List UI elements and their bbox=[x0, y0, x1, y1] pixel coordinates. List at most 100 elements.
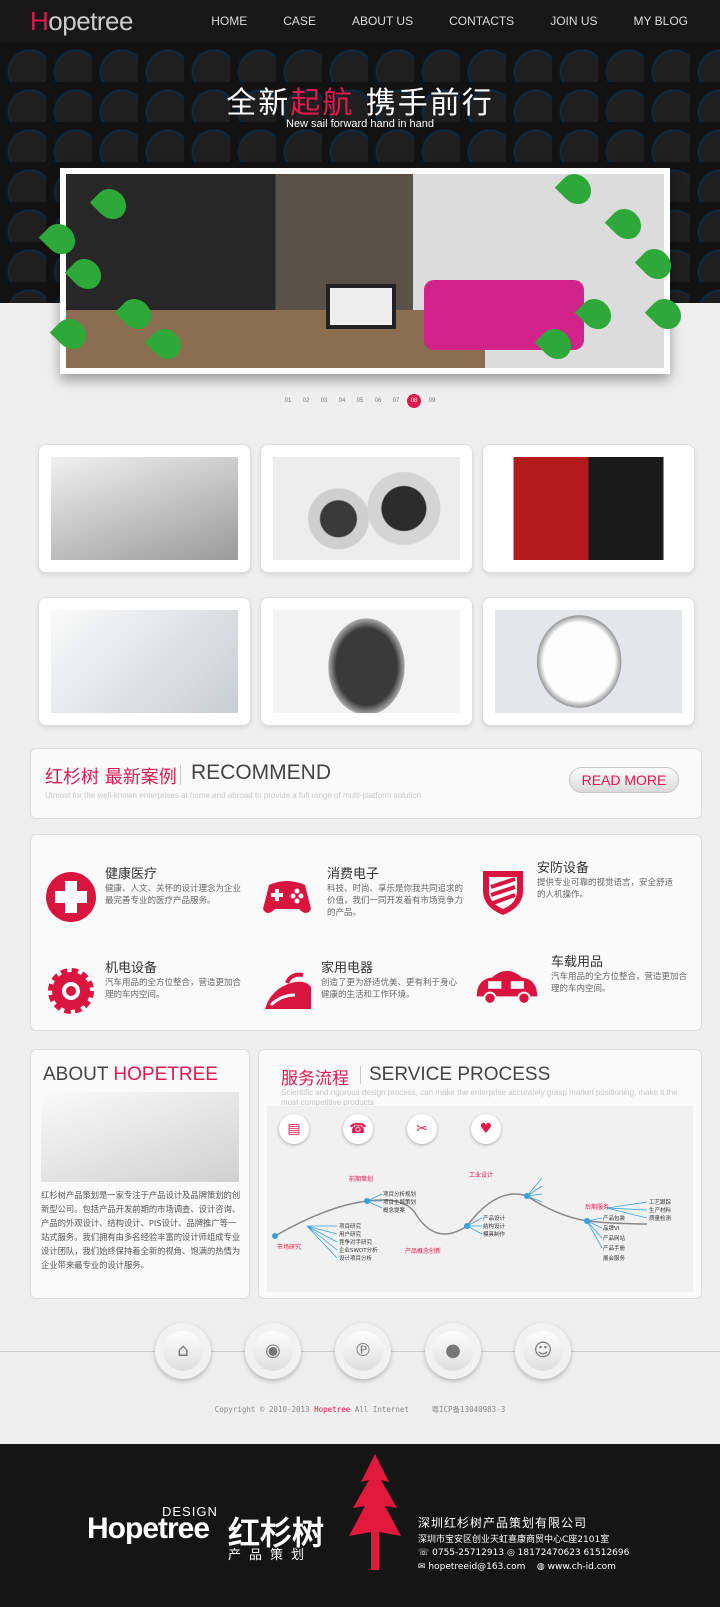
nav-my-blog[interactable]: MY BLOG bbox=[616, 0, 706, 42]
product-image bbox=[495, 610, 682, 713]
website-link[interactable]: www.ch-id.com bbox=[548, 1562, 616, 1572]
service-item-electronics[interactable]: 消费电子 科技、时尚、享乐是你我共同追求的价值，我们一同开发着有市场竞争力的产品… bbox=[261, 863, 471, 943]
recommend-title-en: RECOMMEND bbox=[191, 761, 331, 784]
contact-phones: ☏ 0755-25712913 ◎ 18172470623 61512696 bbox=[418, 1548, 630, 1558]
copyright-rest: All Internet bbox=[350, 1405, 409, 1414]
service-item-medical[interactable]: 健康医疗 健康、人文、关怀的设计理念为企业最完善专业的医疗产品服务。 bbox=[45, 863, 255, 943]
sketch-image[interactable] bbox=[41, 1092, 239, 1182]
nav-about-us[interactable]: ABOUT US bbox=[334, 0, 431, 42]
nav-home[interactable]: HOME bbox=[193, 0, 265, 42]
nav-case[interactable]: CASE bbox=[265, 0, 334, 42]
nav-contacts[interactable]: CONTACTS bbox=[431, 0, 532, 42]
shield-icon bbox=[483, 871, 523, 915]
product-card-medical-device[interactable] bbox=[38, 597, 251, 726]
product-image bbox=[273, 457, 460, 560]
recommend-description: Utmost for the well-known enterprises at… bbox=[45, 791, 422, 800]
home-icon-button[interactable]: ⌂ bbox=[155, 1323, 211, 1379]
pinterest-icon-button[interactable]: ℗ bbox=[335, 1323, 391, 1379]
service-item-electromechanical[interactable]: 机电设备 汽车用品的全方位整合，营造更加合理的车内空间。 bbox=[45, 957, 255, 1037]
copyright-text: Copyright © 2010-2013 bbox=[214, 1405, 315, 1414]
product-card-ip-camera[interactable] bbox=[260, 444, 473, 573]
recommend-title-cn: 红杉树 最新案例 bbox=[45, 767, 177, 788]
service-description: 提供专业可靠的视觉语言，安全舒适的人机操作。 bbox=[537, 878, 674, 900]
product-card-purifier[interactable] bbox=[482, 597, 695, 726]
slider-dots: 01 02 03 04 05 06 07 08 09 bbox=[0, 394, 720, 408]
process-node: 项目主题策划 bbox=[383, 1200, 417, 1206]
email-link[interactable]: hopetreeid@163.com bbox=[428, 1562, 525, 1572]
logo[interactable]: Hopetree bbox=[30, 6, 133, 37]
read-more-button[interactable]: READ MORE bbox=[569, 767, 679, 793]
process-node: 前期策划 bbox=[349, 1176, 374, 1183]
company-name: 深圳红杉树产品策划有限公司 bbox=[418, 1516, 588, 1530]
service-item-appliances[interactable]: 家用电器 创造了更为舒适优美、更有利于身心健康的生活和工作环境。 bbox=[261, 957, 471, 1037]
qq-weibo-icon-button[interactable]: ● bbox=[425, 1323, 481, 1379]
weibo-icon-button[interactable]: ◉ bbox=[245, 1323, 301, 1379]
hero-title-part-2: 起航 bbox=[290, 86, 355, 121]
process-mindmap: ▤ ☎ ✂ ♥ 前期策划 工业设计 市场研究 产品概念创新 后期服务 项目分析规… bbox=[267, 1106, 693, 1292]
process-node: 产品网站 bbox=[603, 1236, 626, 1242]
product-image bbox=[495, 457, 682, 560]
process-node: 设计项目分析 bbox=[339, 1256, 373, 1262]
process-node: 产品设计 bbox=[483, 1216, 506, 1222]
service-item-security[interactable]: 安防设备 提供专业可靠的视觉语言，安全舒适的人机操作。 bbox=[477, 857, 687, 937]
pinterest-icon: ℗ bbox=[343, 1331, 383, 1371]
process-node: 产品概念创新 bbox=[405, 1248, 442, 1255]
hero-subtitle: New sail forward hand in hand bbox=[286, 118, 434, 130]
about-text: 红杉树产品策划是一家专注于产品设计及品牌策划的创新型公司。包括产品开发前期的市场… bbox=[41, 1190, 241, 1270]
process-flow-lines bbox=[272, 1177, 648, 1259]
nav-join-us[interactable]: JOIN US bbox=[532, 0, 615, 42]
process-title-cn: 服务流程 bbox=[281, 1069, 349, 1089]
divider bbox=[360, 1066, 361, 1084]
process-node: 展会服务 bbox=[603, 1256, 626, 1262]
icp-number: 粤ICP备13040983-3 bbox=[431, 1405, 506, 1414]
hero-title-part-1: 全新 bbox=[226, 86, 291, 121]
contact-icon-button[interactable]: ☺ bbox=[515, 1323, 571, 1379]
service-process-panel: 服务流程 SERVICE PROCESS Scientific and rigo… bbox=[258, 1049, 702, 1299]
process-node: 产品包装 bbox=[603, 1216, 626, 1222]
hero-title-part-3: 携手前行 bbox=[354, 86, 494, 121]
product-card-egg-speaker[interactable] bbox=[260, 597, 473, 726]
main-nav: HOME CASE ABOUT US CONTACTS JOIN US MY B… bbox=[193, 0, 706, 42]
service-title: 车载用品 bbox=[551, 955, 604, 970]
service-description: 健康、人文、关怀的设计理念为企业最完善专业的医疗产品服务。 bbox=[105, 884, 242, 906]
slider-dot[interactable]: 01 bbox=[281, 394, 295, 408]
logo-rest: opetree bbox=[48, 6, 133, 36]
about-title-b: HOPETREE bbox=[113, 1064, 218, 1085]
slider-dot[interactable]: 03 bbox=[317, 394, 331, 408]
slider-dot-active[interactable]: 08 bbox=[407, 394, 421, 408]
process-node: 项目研究 bbox=[339, 1224, 362, 1230]
about-panel: ABOUT HOPETREE 红杉树产品策划是一家专注于产品设计及品牌策划的创新… bbox=[30, 1049, 250, 1299]
recommend-bar: 红杉树 最新案例 RECOMMEND Utmost for the well-k… bbox=[30, 748, 702, 819]
slider-dot[interactable]: 07 bbox=[389, 394, 403, 408]
service-title: 机电设备 bbox=[105, 961, 158, 976]
product-image bbox=[51, 610, 238, 713]
process-node: 用户研究 bbox=[339, 1232, 362, 1238]
product-card-camcorder[interactable] bbox=[38, 444, 251, 573]
services-panel: 健康医疗 健康、人文、关怀的设计理念为企业最完善专业的医疗产品服务。 消费电子 … bbox=[30, 834, 702, 1031]
service-item-car[interactable]: 车载用品 汽车用品的全方位整合，营造更加合理的车内空间。 bbox=[476, 951, 687, 1031]
slider-dot[interactable]: 09 bbox=[425, 394, 439, 408]
process-node: 概念提案 bbox=[383, 1208, 406, 1214]
divider bbox=[180, 765, 181, 785]
process-node: 项目分析规划 bbox=[383, 1192, 417, 1198]
qq-number: 61512696 bbox=[583, 1548, 630, 1558]
slider-dot[interactable]: 04 bbox=[335, 394, 349, 408]
product-card-welder[interactable] bbox=[482, 444, 695, 573]
slider-dot[interactable]: 06 bbox=[371, 394, 385, 408]
contact-web: ✉ hopetreeid@163.com ◍ www.ch-id.com bbox=[418, 1562, 616, 1572]
slider-dot[interactable]: 05 bbox=[353, 394, 367, 408]
service-title: 消费电子 bbox=[327, 867, 380, 882]
product-image bbox=[273, 610, 460, 713]
process-node: 竞争对手研究 bbox=[339, 1240, 373, 1246]
process-node: 企业SWOT分析 bbox=[339, 1248, 378, 1254]
footer-subtitle: 产品策划 bbox=[228, 1548, 313, 1563]
phone-number: 0755-25712913 bbox=[432, 1548, 505, 1558]
iron-icon bbox=[265, 972, 311, 1009]
monitor-shape bbox=[326, 284, 396, 329]
process-node: 品牌VI bbox=[603, 1226, 620, 1232]
service-description: 科技、时尚、享乐是你我共同追求的价值，我们一同开发着有市场竞争力的产品。 bbox=[327, 884, 464, 918]
copyright-brand: Hopetree bbox=[314, 1405, 351, 1414]
slider-dot[interactable]: 02 bbox=[299, 394, 313, 408]
medical-cross-icon bbox=[46, 872, 96, 922]
tree-logo-icon bbox=[349, 1454, 401, 1570]
